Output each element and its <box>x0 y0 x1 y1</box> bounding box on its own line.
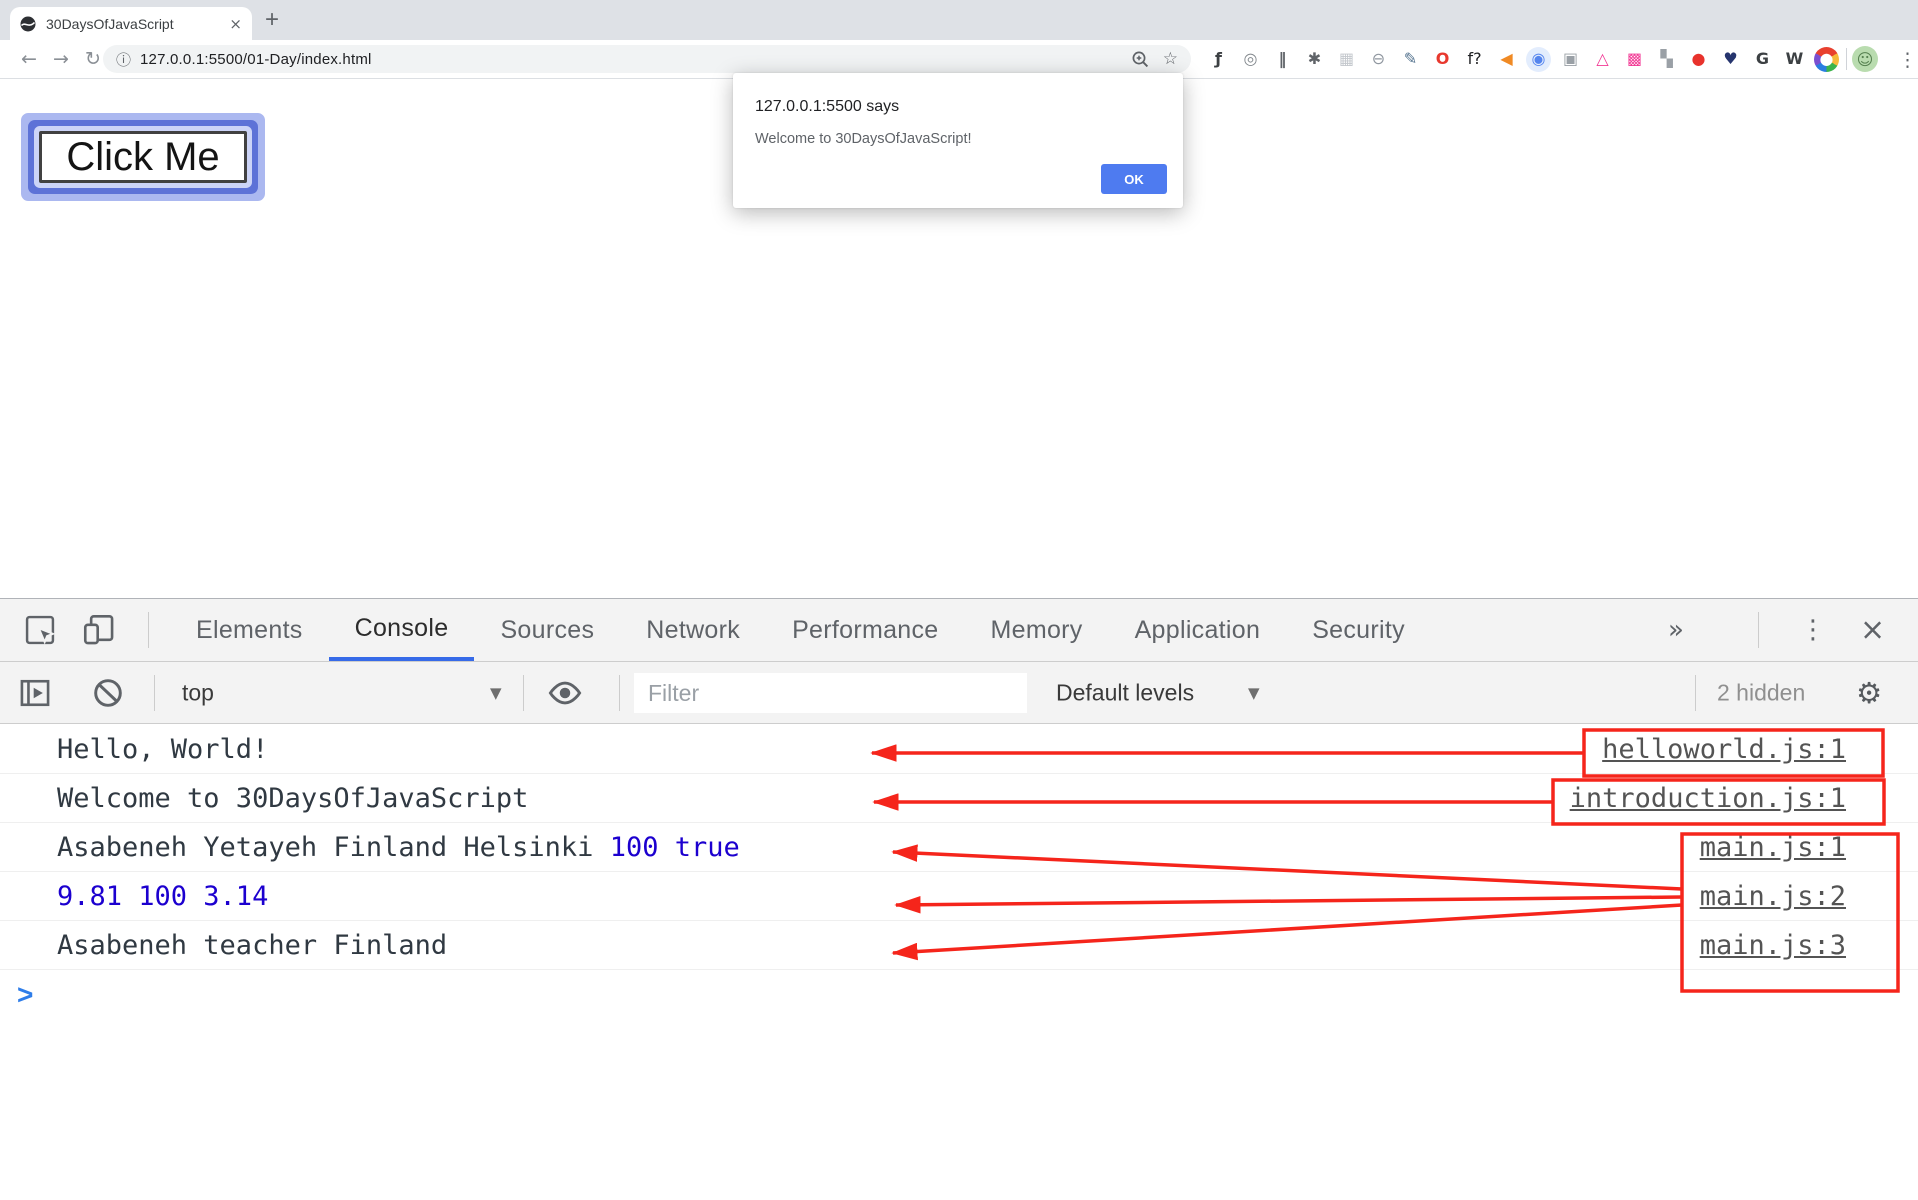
click-me-button[interactable]: Click Me <box>39 131 247 183</box>
chevron-down-icon[interactable]: ▼ <box>490 684 502 702</box>
zoom-icon[interactable] <box>1131 50 1150 69</box>
source-link[interactable]: helloworld.js:1 <box>1602 734 1846 765</box>
browser-menu-icon[interactable]: ⋮ <box>1898 49 1917 71</box>
opera-extension-icon[interactable]: O <box>1430 47 1455 72</box>
live-expression-eye-icon[interactable] <box>546 674 584 712</box>
devtools-tab-memory[interactable]: Memory <box>964 599 1108 661</box>
source-link[interactable]: main.js:1 <box>1700 832 1846 863</box>
device-toolbar-icon[interactable] <box>82 613 116 647</box>
url-text[interactable]: 127.0.0.1:5500/01-Day/index.html <box>140 51 372 68</box>
triangle-extension-icon[interactable]: △ <box>1590 47 1615 72</box>
console-message-text: Welcome to 30DaysOfJavaScript <box>57 782 529 814</box>
devtools-close-icon[interactable]: × <box>1860 613 1885 648</box>
divider <box>1695 674 1696 711</box>
camera-extension-icon[interactable]: ▣ <box>1558 47 1583 72</box>
tab-strip: 30DaysOfJavaScript × + <box>0 0 1918 40</box>
console-toolbar: top ▼ Default levels ▼ 2 hidden ⚙ <box>0 662 1918 724</box>
devtools-panel: Elements Console Sources Network Perform… <box>0 598 1918 1200</box>
site-info-icon[interactable]: ⓘ <box>116 49 131 70</box>
forward-icon[interactable]: → <box>53 48 69 70</box>
devtools-tab-sources[interactable]: Sources <box>474 599 620 661</box>
w-extension-icon[interactable]: W <box>1782 47 1807 72</box>
console-row: Welcome to 30DaysOfJavaScript introducti… <box>0 774 1918 823</box>
devtools-tab-application[interactable]: Application <box>1109 599 1287 661</box>
red-circle-extension-icon[interactable]: ● <box>1686 47 1711 72</box>
alert-dialog: 127.0.0.1:5500 says Welcome to 30DaysOfJ… <box>733 73 1183 208</box>
divider <box>619 674 620 711</box>
devtools-tab-performance[interactable]: Performance <box>766 599 964 661</box>
console-message-text: Hello, World! <box>57 733 269 765</box>
hidden-messages-count[interactable]: 2 hidden <box>1717 679 1805 706</box>
devtools-tab-console[interactable]: Console <box>328 599 475 661</box>
minus-circle-extension-icon[interactable]: ⊖ <box>1366 47 1391 72</box>
devtools-tab-elements[interactable]: Elements <box>170 599 329 661</box>
pink-square-extension-icon[interactable]: ▩ <box>1622 47 1647 72</box>
pause-extension-icon[interactable]: ‖ <box>1270 47 1295 72</box>
browser-window: 30DaysOfJavaScript × + ← → ↻ ⓘ 127.0.0.1… <box>0 0 1918 1200</box>
clear-console-icon[interactable] <box>92 677 124 709</box>
console-prompt-chevron[interactable]: > <box>0 970 1918 1019</box>
tab-close-icon[interactable]: × <box>229 15 242 33</box>
console-messages: Hello, World! helloworld.js:1 Welcome to… <box>0 725 1918 1200</box>
console-sidebar-icon[interactable] <box>18 676 52 710</box>
g-extension-icon[interactable]: G <box>1750 47 1775 72</box>
target-extension-icon[interactable]: ◎ <box>1238 47 1263 72</box>
eyedropper-extension-icon[interactable]: ✎ <box>1398 47 1423 72</box>
console-settings-gear-icon[interactable]: ⚙ <box>1856 676 1882 710</box>
chevron-down-icon[interactable]: ▼ <box>1248 684 1260 702</box>
f-question-extension-icon[interactable]: f? <box>1462 47 1487 72</box>
profile-avatar[interactable]: ☺ <box>1852 46 1878 72</box>
ring-extension-icon[interactable]: ◉ <box>1526 46 1551 72</box>
inspect-element-icon[interactable] <box>24 614 56 646</box>
console-message-text: Asabeneh Yetayeh Finland Helsinki <box>57 831 610 863</box>
alert-dialog-message: Welcome to 30DaysOfJavaScript! <box>755 131 972 147</box>
blocks-extension-icon[interactable]: ▚ <box>1654 47 1679 72</box>
devtools-tabs: Elements Console Sources Network Perform… <box>170 599 1431 661</box>
back-icon[interactable]: ← <box>21 48 37 70</box>
source-link[interactable]: main.js:2 <box>1700 881 1846 912</box>
address-bar[interactable]: ⓘ 127.0.0.1:5500/01-Day/index.html ☆ <box>103 45 1191 73</box>
console-row: Hello, World! helloworld.js:1 <box>0 725 1918 774</box>
console-row: 9.81 100 3.14 main.js:2 <box>0 872 1918 921</box>
console-message-number: 100 true <box>609 831 740 863</box>
reload-icon[interactable]: ↻ <box>85 48 101 70</box>
divider <box>148 612 149 648</box>
devtools-tab-security[interactable]: Security <box>1286 599 1431 661</box>
more-tabs-icon[interactable]: » <box>1668 615 1684 645</box>
divider <box>523 674 524 711</box>
globe-favicon-icon <box>20 16 36 31</box>
devtools-tab-bar: Elements Console Sources Network Perform… <box>0 599 1918 662</box>
rainbow-extension-icon[interactable]: ● <box>1814 46 1839 72</box>
fn-extension-icon[interactable]: ƒ <box>1206 47 1231 72</box>
console-message-text: Asabeneh teacher Finland <box>57 929 448 961</box>
devtools-menu-icon[interactable]: ⋮ <box>1800 615 1826 645</box>
filter-input[interactable] <box>634 673 1027 713</box>
grid-extension-icon[interactable]: ▦ <box>1334 47 1359 72</box>
alert-ok-button[interactable]: OK <box>1101 164 1167 194</box>
bookmark-star-icon[interactable]: ☆ <box>1163 49 1178 69</box>
new-tab-button[interactable]: + <box>256 4 288 36</box>
console-row: Asabeneh Yetayeh Finland Helsinki 100 tr… <box>0 823 1918 872</box>
tab-title: 30DaysOfJavaScript <box>46 15 174 32</box>
browser-tab[interactable]: 30DaysOfJavaScript × <box>10 7 252 40</box>
log-levels-selector[interactable]: Default levels <box>1056 679 1194 706</box>
alert-dialog-title: 127.0.0.1:5500 says <box>755 98 900 115</box>
divider <box>1758 612 1759 648</box>
source-link[interactable]: main.js:3 <box>1700 930 1846 961</box>
console-row: Asabeneh teacher Finland main.js:3 <box>0 921 1918 970</box>
source-link[interactable]: introduction.js:1 <box>1570 783 1846 814</box>
megaphone-extension-icon[interactable]: ◀ <box>1494 47 1519 72</box>
divider <box>154 674 155 711</box>
heart-search-extension-icon[interactable]: ♥ <box>1718 47 1743 72</box>
devtools-tab-network[interactable]: Network <box>620 599 766 661</box>
bug-extension-icon[interactable]: ✱ <box>1302 47 1327 72</box>
context-selector[interactable]: top <box>182 679 214 706</box>
extension-icons-row: ƒ ◎ ‖ ✱ ▦ ⊖ ✎ O f? ◀ ◉ ▣ △ ▩ ▚ ● ♥ G W ● <box>1206 40 1839 78</box>
console-message-number: 9.81 100 3.14 <box>57 880 269 912</box>
toolbar-divider <box>1846 48 1847 70</box>
